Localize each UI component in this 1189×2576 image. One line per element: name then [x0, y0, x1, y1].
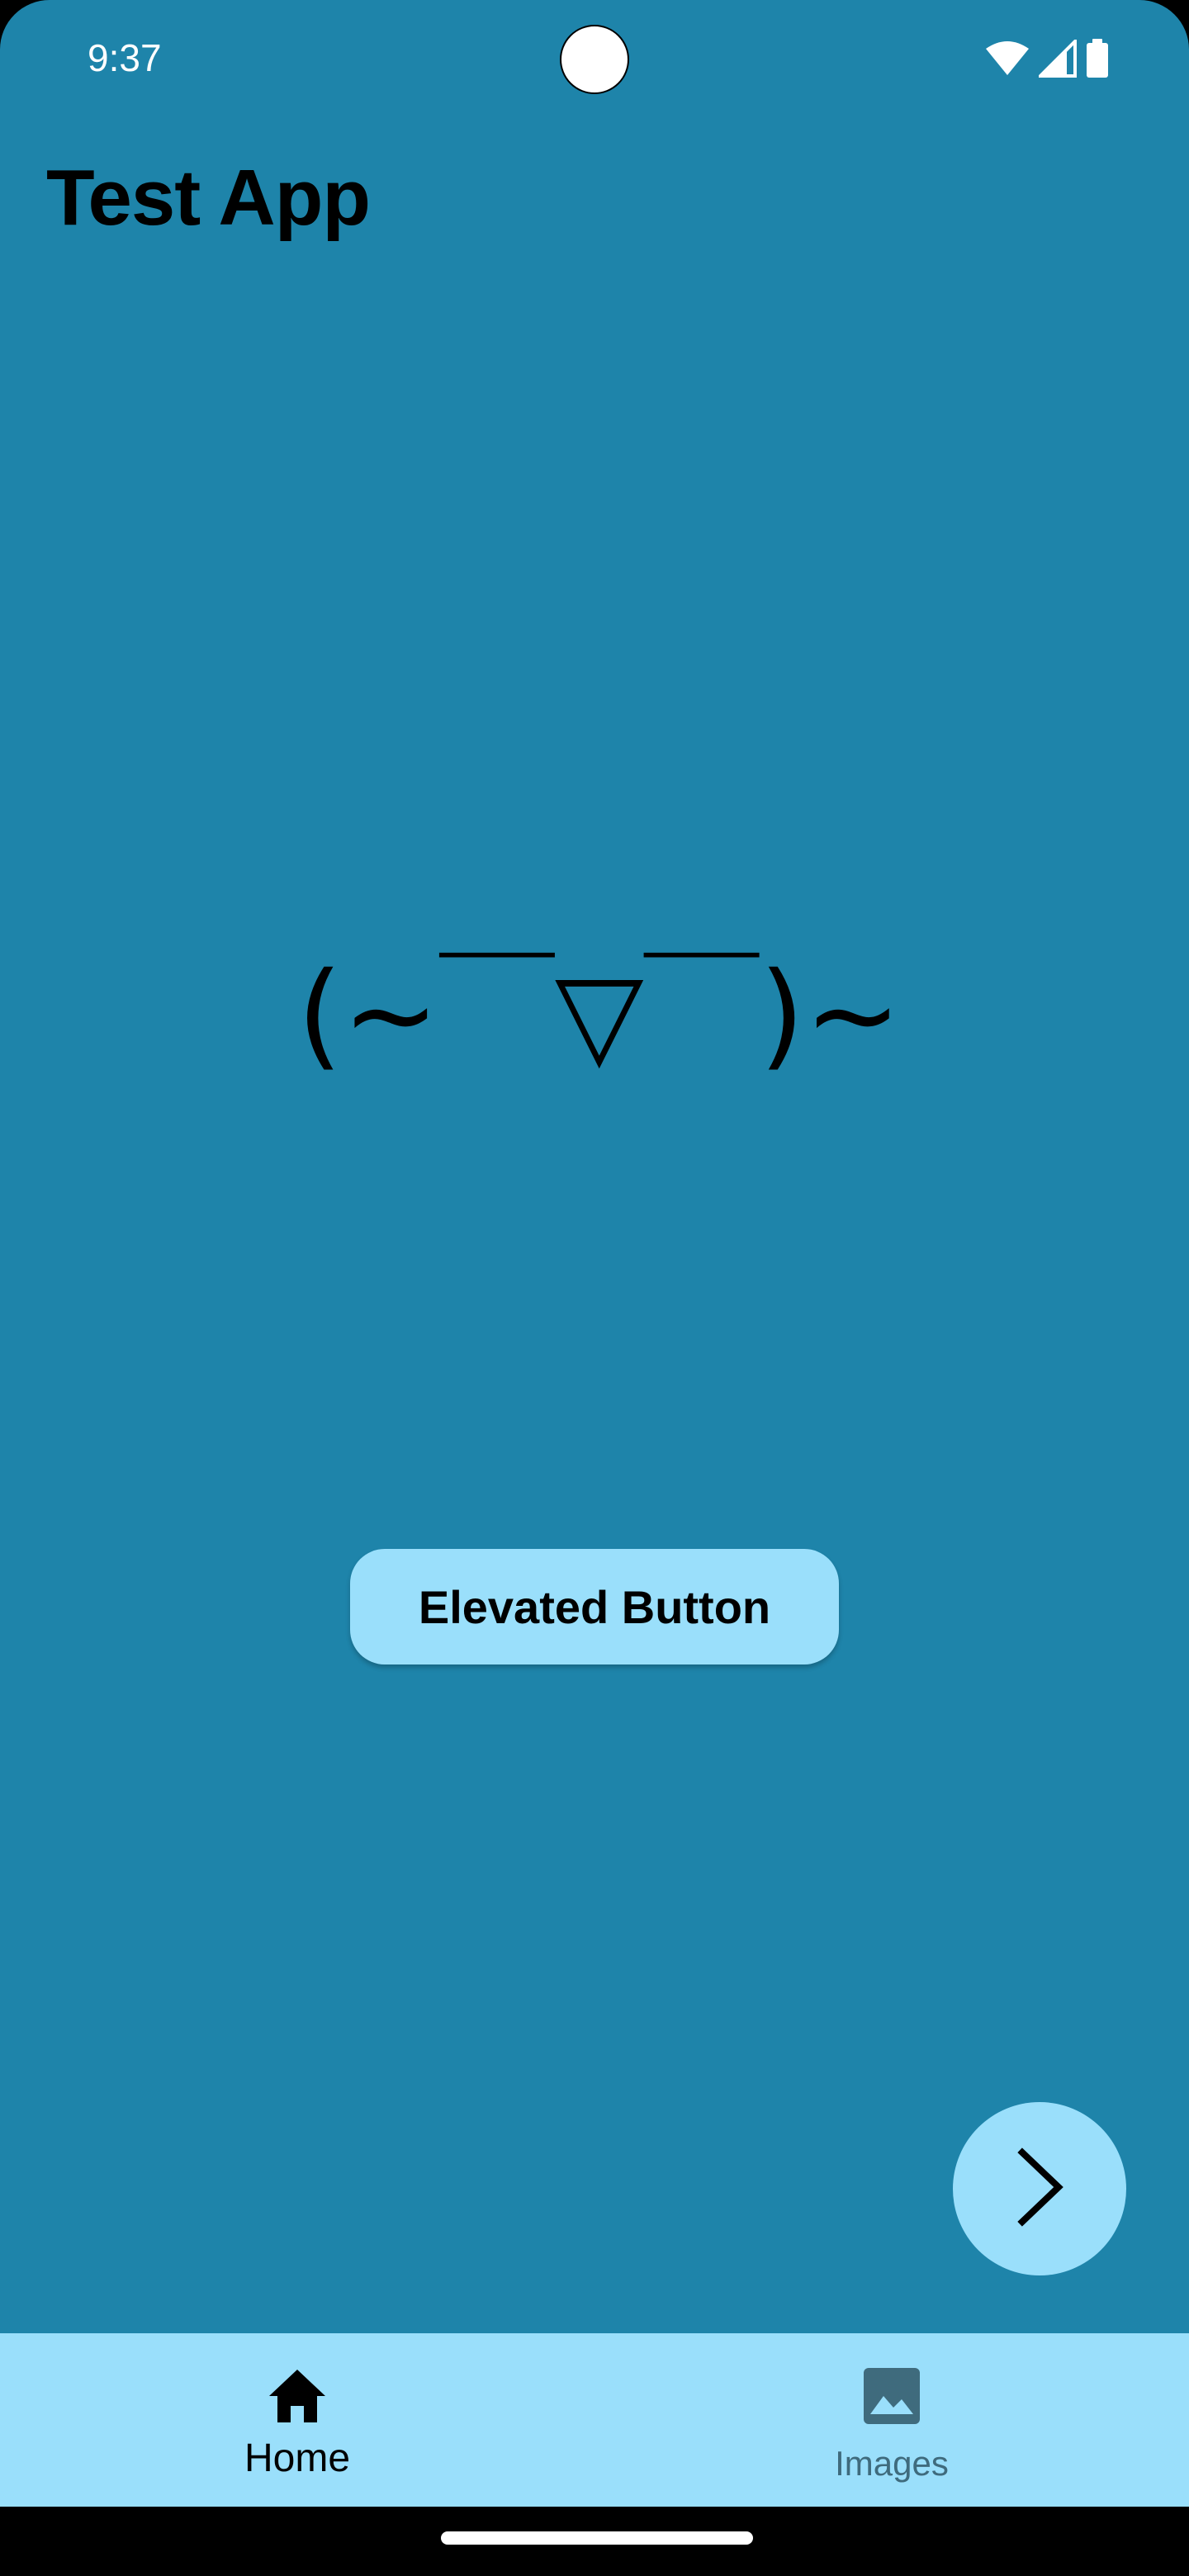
image-icon: [859, 2363, 925, 2429]
kaomoji-text: (~￣▽￣)~: [297, 948, 902, 1082]
nav-label-images: Images: [835, 2444, 949, 2483]
kaomoji-display: (~￣▽￣)~: [297, 941, 902, 1090]
elevated-button[interactable]: Elevated Button: [350, 1549, 839, 1664]
chevron-right-icon: [1011, 2146, 1068, 2233]
wifi-icon: [984, 40, 1030, 77]
bottom-navigation: Home Images: [0, 2333, 1189, 2507]
elevated-button-label: Elevated Button: [418, 1580, 771, 1633]
next-fab-button[interactable]: [953, 2102, 1126, 2275]
status-time: 9:37: [88, 36, 162, 79]
home-icon: [264, 2363, 330, 2429]
nav-item-images[interactable]: Images: [594, 2333, 1189, 2507]
nav-label-home: Home: [244, 2436, 351, 2480]
status-icons: [984, 38, 1110, 79]
page-title: Test App: [46, 154, 371, 242]
cellular-signal-icon: [1039, 40, 1077, 78]
nav-item-home[interactable]: Home: [0, 2333, 594, 2507]
gesture-handle[interactable]: [441, 2531, 753, 2545]
battery-icon: [1085, 39, 1110, 78]
phone-screen: 9:37 Test App (~￣▽￣)~ Elevated Button Ho…: [0, 0, 1189, 2576]
camera-cutout: [560, 25, 629, 94]
app-surface: 9:37 Test App (~￣▽￣)~ Elevated Button: [0, 0, 1189, 2333]
